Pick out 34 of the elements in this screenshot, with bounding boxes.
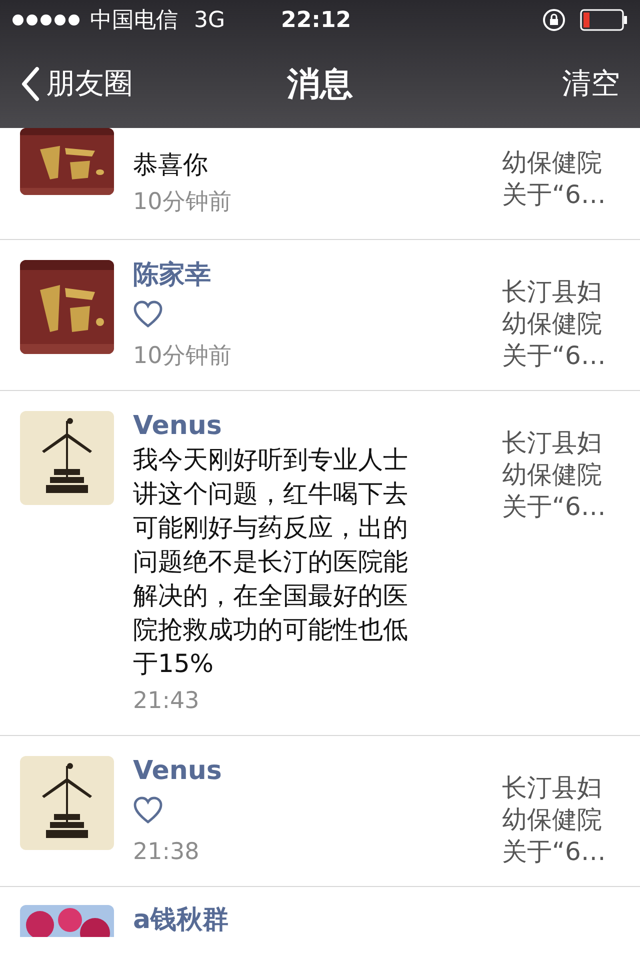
comment-text: 恭喜你 xyxy=(133,149,209,181)
carrier-name: 中国电信 xyxy=(90,6,178,34)
author-name[interactable]: a钱秋群 xyxy=(133,903,622,937)
back-button[interactable]: 朋友圈 xyxy=(20,62,133,106)
post-preview-line: 关于“6… xyxy=(502,836,607,868)
post-preview-line: 长汀县妇 xyxy=(502,276,603,308)
post-preview-line: 幼保健院 xyxy=(502,308,603,340)
clock-time: 22:12 xyxy=(281,6,352,34)
comment-text: 我今天刚好听到专业人士讲这个问题，红牛喝下去可能刚好与药反应，出的问题绝不是长汀的医院能解决的，在全国最好的医院抢救成功的可能性也低于15% xyxy=(133,444,409,680)
timestamp: 10分钟前 xyxy=(133,188,232,217)
post-preview-line: 长汀县妇 xyxy=(502,772,603,804)
post-preview-line: 幼保健院 xyxy=(502,459,603,491)
author-name[interactable]: Venus xyxy=(133,754,502,788)
post-preview-line: 幼保健院 xyxy=(502,147,603,179)
back-chevron-icon xyxy=(20,66,40,102)
network-type: 3G xyxy=(194,6,226,34)
battery-icon xyxy=(580,9,628,31)
post-preview-line: 关于“6… xyxy=(502,179,607,211)
rotation-lock-icon xyxy=(542,8,566,32)
message-row[interactable]: 恭喜你 10分钟前 幼保健院 关于“6… xyxy=(0,128,640,240)
signal-icon xyxy=(12,14,82,26)
page-title: 消息 xyxy=(287,63,353,106)
post-preview-line: 关于“6… xyxy=(502,491,607,523)
timestamp: 21:43 xyxy=(133,687,200,716)
post-preview-line: 幼保健院 xyxy=(502,804,603,836)
timestamp: 10分钟前 xyxy=(133,342,232,371)
author-name[interactable]: Venus xyxy=(133,409,502,443)
author-name[interactable]: 陈家幸 xyxy=(133,258,502,292)
heart-icon xyxy=(133,300,163,328)
heart-icon xyxy=(133,796,163,824)
clear-button[interactable]: 清空 xyxy=(562,62,620,106)
timestamp: 21:38 xyxy=(133,838,200,867)
post-preview-line: 长汀县妇 xyxy=(502,427,603,459)
post-preview-line: 关于“6… xyxy=(502,340,607,372)
